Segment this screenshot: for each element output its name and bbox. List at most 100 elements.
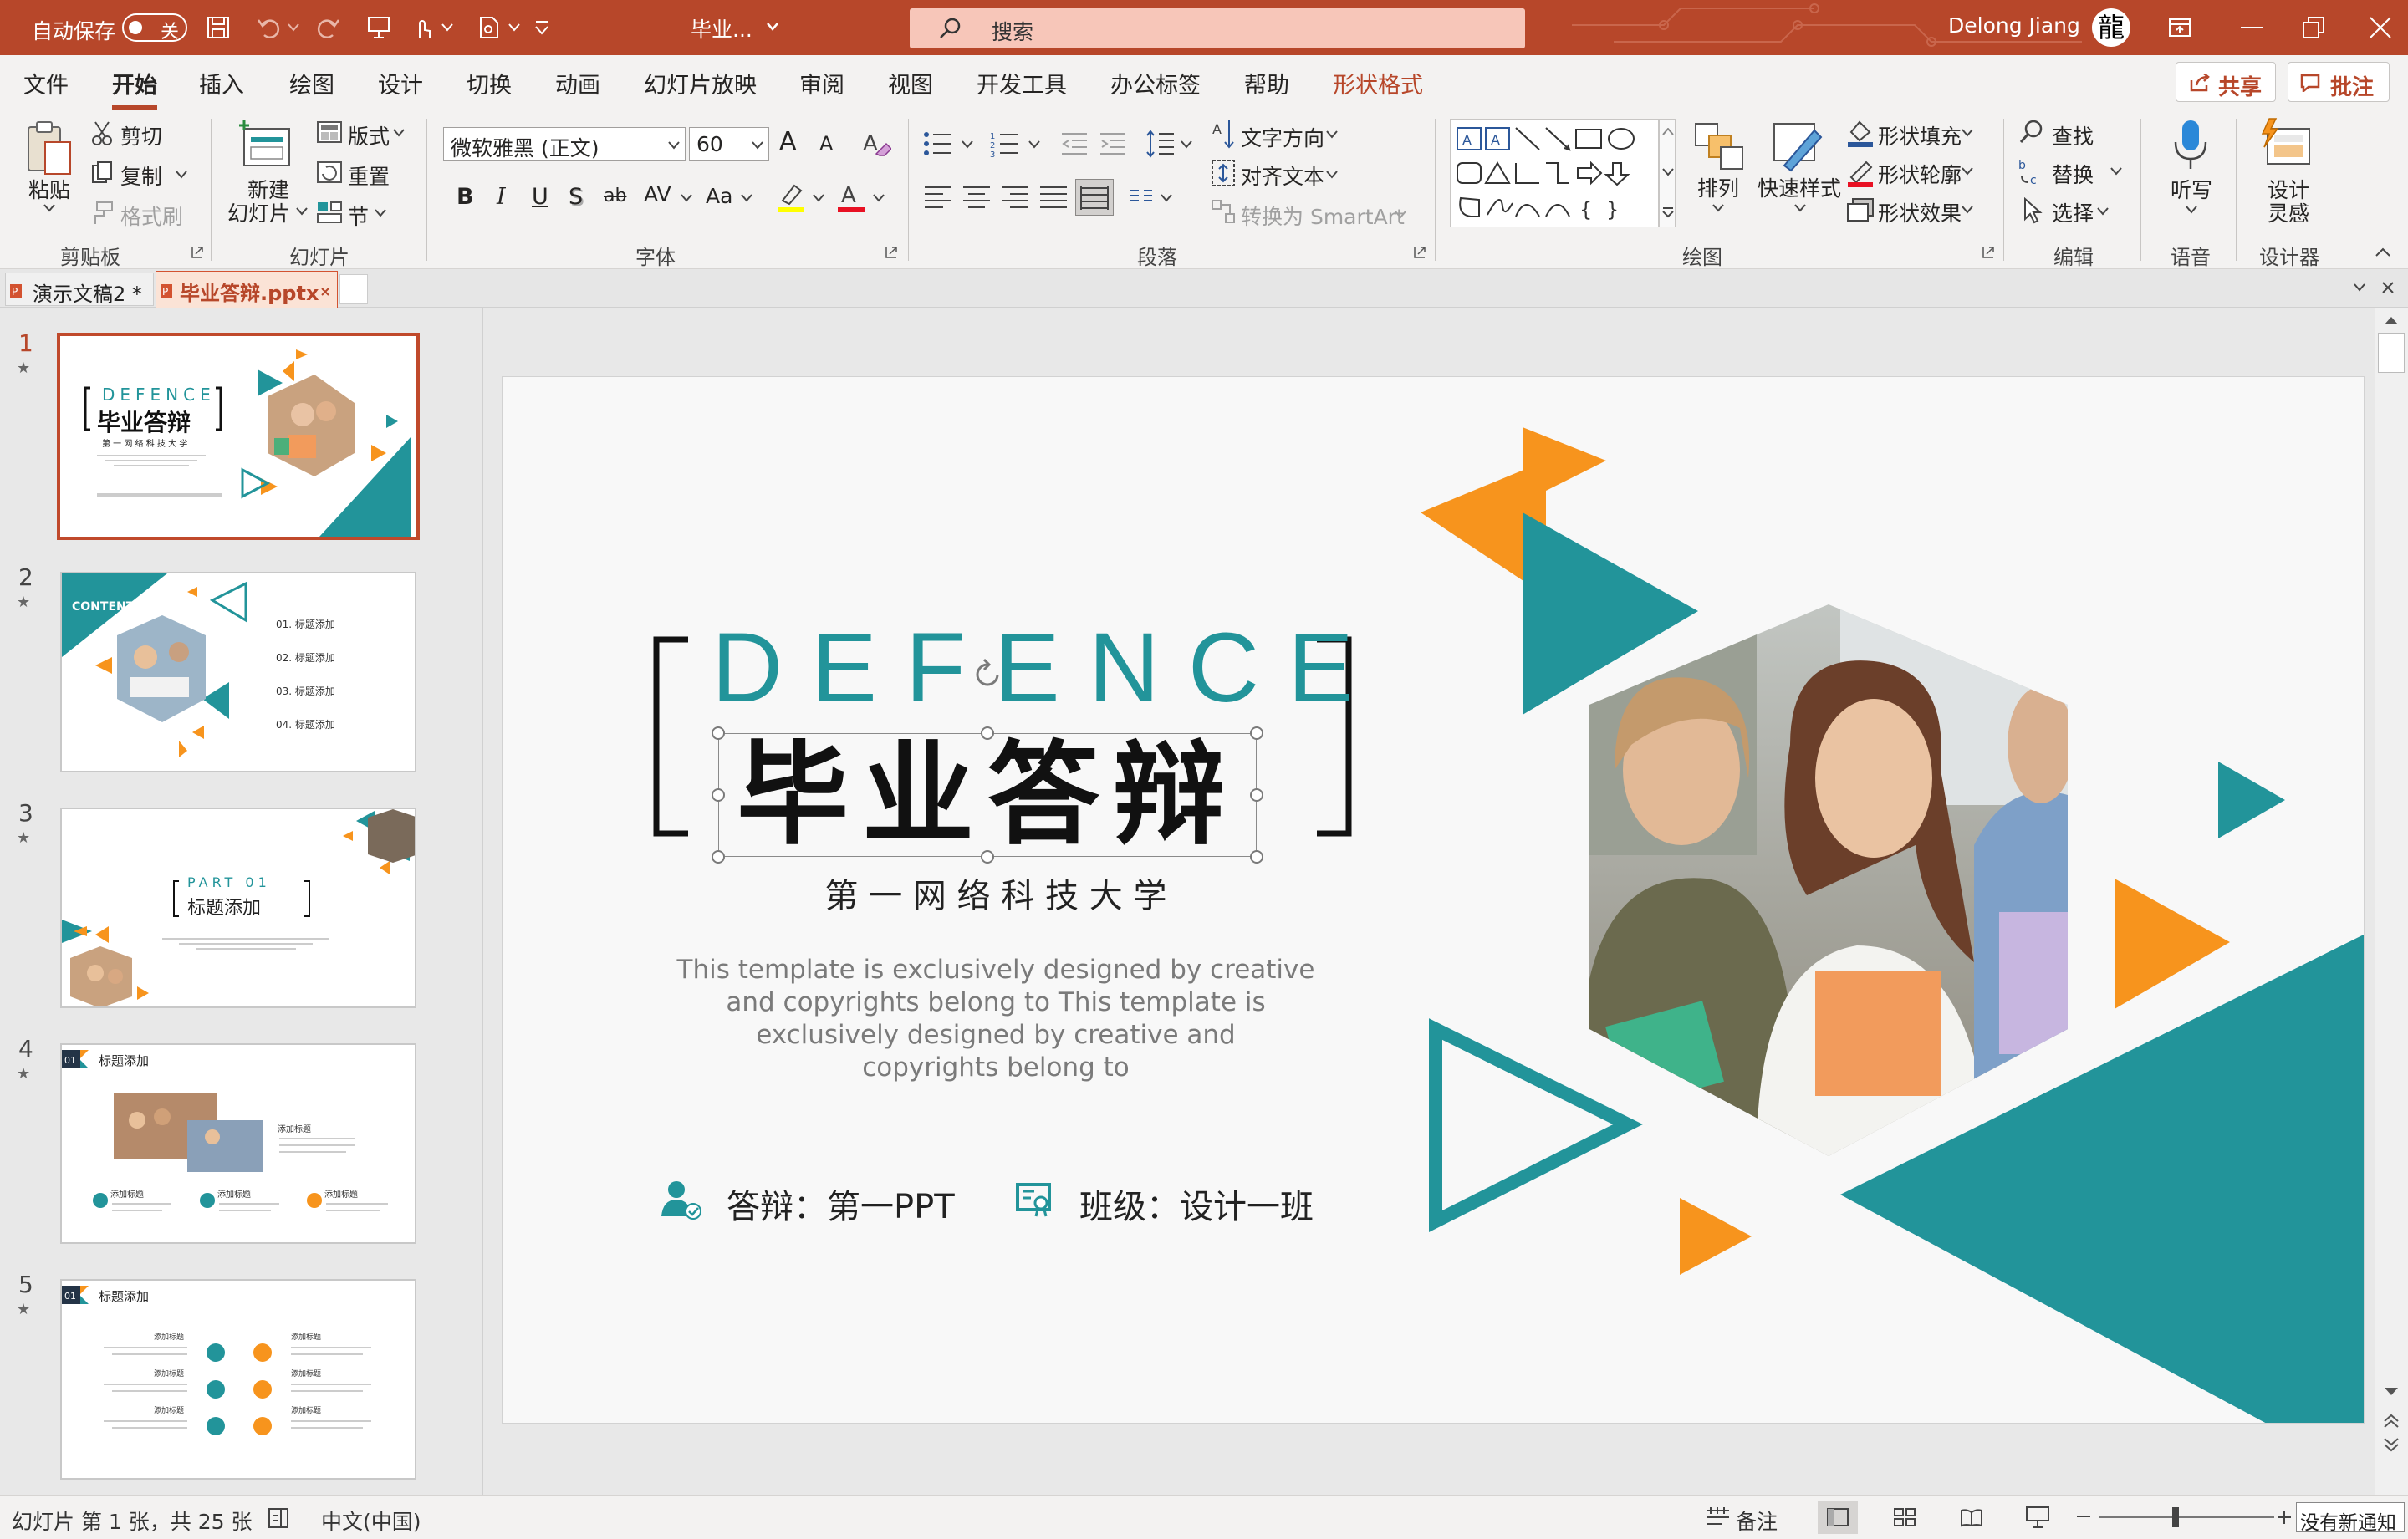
tab-file[interactable]: 文件 <box>23 67 69 99</box>
change-case-button[interactable]: Aa <box>706 184 732 208</box>
comments-button[interactable]: 批注 <box>2288 62 2390 102</box>
language-status[interactable]: 中文(中国) <box>321 1506 421 1536</box>
decrease-indent-icon[interactable] <box>1060 130 1089 157</box>
chevron-down-icon[interactable] <box>1326 171 1338 179</box>
print-preview-icon[interactable] <box>477 15 502 40</box>
highlight-color-icon[interactable] <box>776 181 806 214</box>
slide-thumbnail-1[interactable]: DEFENCE 毕业答辩 第 一 网 络 科 技 大 学 <box>57 333 420 540</box>
next-slide-icon[interactable] <box>2383 1436 2400 1453</box>
columns-icon[interactable] <box>1129 187 1154 207</box>
numbering-icon[interactable]: 123 <box>990 130 1020 157</box>
university-name[interactable]: 第 一 网 络 科 技 大 学 <box>712 869 1280 917</box>
quick-styles-icon[interactable] <box>1768 119 1826 172</box>
scroll-thumb[interactable] <box>2378 333 2405 373</box>
slide-sorter-icon[interactable] <box>1893 1507 1916 1527</box>
scroll-down-icon[interactable] <box>2383 1386 2400 1398</box>
font-size-select[interactable]: 60 <box>689 127 769 161</box>
accessibility-check-icon[interactable] <box>266 1506 291 1531</box>
section-label[interactable]: 节 <box>348 201 369 231</box>
align-right-icon[interactable] <box>1000 184 1030 209</box>
reset-icon[interactable] <box>316 161 343 184</box>
chevron-down-icon[interactable] <box>176 171 187 179</box>
chevron-down-icon[interactable] <box>1794 204 1806 212</box>
notes-label[interactable]: 备注 <box>1736 1506 1778 1536</box>
doc-tab[interactable]: P 演示文稿2 * <box>5 273 154 306</box>
slide-thumbnail-5[interactable]: 01 标题添加 添加标题 添加标题 添加标题 添加标题 添加标题 添加标题 <box>60 1279 416 1480</box>
shape-outline-icon[interactable] <box>1846 159 1875 187</box>
slide-thumbnail-4[interactable]: 01 标题添加 添加标题 添加标题 添加标题 添加标题 <box>60 1043 416 1244</box>
tab-shape-format[interactable]: 形状格式 <box>1333 67 1423 99</box>
section-icon[interactable] <box>316 201 343 224</box>
chevron-down-icon[interactable] <box>288 23 299 32</box>
find-label[interactable]: 查找 <box>2052 120 2094 150</box>
chevron-down-icon[interactable] <box>1962 167 1973 176</box>
dialog-launcher-icon[interactable] <box>1413 246 1426 259</box>
text-direction-label[interactable]: 文字方向 <box>1241 122 1324 152</box>
chevron-down-icon[interactable] <box>2097 207 2109 216</box>
slide-thumbnail-2[interactable]: CONTENT 01. 标题添加 02. 标题添加 03. 标题添加 04. 标… <box>60 572 416 772</box>
new-doc-tab[interactable] <box>339 274 368 304</box>
chevron-down-icon[interactable] <box>393 129 405 137</box>
zoom-out-icon[interactable] <box>2077 1516 2090 1519</box>
shape-effects-label[interactable]: 形状效果 <box>1878 197 1962 227</box>
design-ideas-icon[interactable] <box>2258 117 2313 171</box>
doc-tab-active[interactable]: P 毕业答辩.pptx <box>156 271 338 308</box>
shape-gallery[interactable]: A A {} <box>1450 119 1659 227</box>
chevron-down-icon[interactable] <box>1028 140 1040 149</box>
chevron-down-icon[interactable] <box>766 22 779 32</box>
chevron-down-icon[interactable] <box>741 194 752 202</box>
tab-slideshow[interactable]: 幻灯片放映 <box>644 67 757 99</box>
dictate-label[interactable]: 听写 <box>2171 174 2212 204</box>
undo-icon[interactable] <box>256 15 281 40</box>
notes-icon[interactable] <box>1706 1507 1731 1529</box>
chevron-down-icon[interactable] <box>43 204 55 212</box>
chevron-down-icon[interactable] <box>681 194 692 202</box>
close-icon[interactable] <box>2368 15 2393 40</box>
tab-list-dropdown-icon[interactable] <box>2353 283 2366 293</box>
align-text-icon[interactable] <box>1211 159 1236 187</box>
gallery-scroll[interactable] <box>1659 119 1676 227</box>
minimize-icon[interactable] <box>2241 27 2263 30</box>
tab-animations[interactable]: 动画 <box>555 67 600 99</box>
redo-icon[interactable] <box>316 15 341 40</box>
defender-label[interactable]: 答辩：第一PPT <box>727 1180 955 1228</box>
cut-label[interactable]: 剪切 <box>120 120 162 150</box>
chevron-down-icon[interactable] <box>1395 211 1406 219</box>
copy-icon[interactable] <box>90 161 114 186</box>
new-slide-icon[interactable] <box>237 119 296 169</box>
chevron-down-icon[interactable] <box>1326 130 1338 139</box>
justify-icon[interactable] <box>1038 184 1069 209</box>
chevron-down-icon[interactable] <box>962 140 973 149</box>
copy-label[interactable]: 复制 <box>120 161 162 191</box>
underline-button[interactable]: U <box>532 184 548 210</box>
smartart-icon[interactable] <box>1211 199 1236 224</box>
new-slide-label-2[interactable]: 幻灯片 <box>227 197 290 227</box>
find-icon[interactable] <box>2018 119 2045 145</box>
rotate-handle-icon[interactable] <box>969 656 1006 693</box>
paste-label[interactable]: 粘贴 <box>28 174 70 204</box>
slide-title-cn[interactable]: 毕业答辩 <box>718 735 1257 855</box>
layout-icon[interactable] <box>316 120 343 144</box>
align-center-icon[interactable] <box>962 184 992 209</box>
tab-view[interactable]: 视图 <box>888 67 933 99</box>
dialog-launcher-icon[interactable] <box>885 246 898 259</box>
chevron-down-icon[interactable] <box>1181 140 1192 149</box>
share-button[interactable]: 共享 <box>2176 62 2276 102</box>
shape-fill-label[interactable]: 形状填充 <box>1878 120 1962 150</box>
design-ideas-label-2[interactable]: 灵感 <box>2268 197 2309 227</box>
document-title[interactable]: 毕业... <box>691 13 752 43</box>
slide-body-text[interactable]: This template is exclusively designed by… <box>628 954 1364 1084</box>
class-label[interactable]: 班级：设计一班 <box>1079 1180 1314 1228</box>
microphone-icon[interactable] <box>2172 119 2209 172</box>
replace-icon[interactable]: bc <box>2018 157 2045 186</box>
close-tab-icon[interactable] <box>320 287 330 297</box>
tab-developer[interactable]: 开发工具 <box>977 67 1067 99</box>
bullets-icon[interactable] <box>923 130 953 157</box>
zoom-slider[interactable] <box>2099 1516 2274 1518</box>
restore-icon[interactable] <box>2301 15 2326 40</box>
slide-count-status[interactable]: 幻灯片 第 1 张，共 25 张 <box>12 1506 252 1536</box>
quick-styles-label[interactable]: 快速样式 <box>1758 172 1841 202</box>
scroll-up-icon[interactable] <box>2383 314 2400 326</box>
slide-canvas[interactable]: DEFENCE 毕业答辩 第 一 网 络 科 技 大 学 This templa… <box>502 376 2365 1424</box>
smartart-label[interactable]: 转换为 SmartArt <box>1241 201 1405 231</box>
